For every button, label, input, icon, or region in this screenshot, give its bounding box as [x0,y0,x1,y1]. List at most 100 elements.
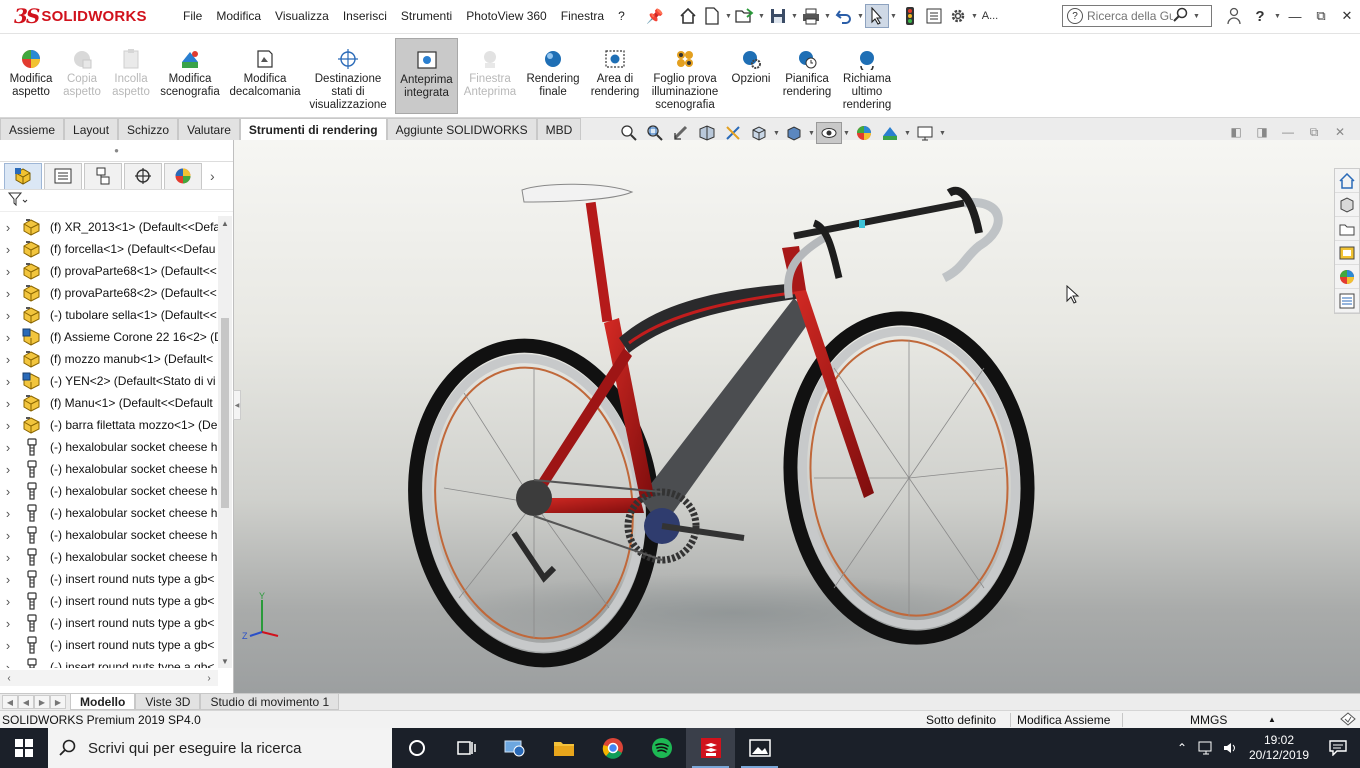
help-dropdown-icon[interactable]: ▼ [1273,4,1282,28]
menu-photoview[interactable]: PhotoView 360 [459,9,554,23]
previous-view-icon[interactable] [668,122,694,144]
menu-inserisci[interactable]: Inserisci [336,9,394,23]
action-center-icon[interactable] [1316,740,1360,756]
file-properties-icon[interactable] [922,4,946,28]
feature-tree-item[interactable]: › (-) hexalobular socket cheese h [0,546,218,568]
final-render-button[interactable]: Rendering finale [522,38,584,114]
zoom-to-fit-icon[interactable] [616,122,642,144]
expand-chevron-icon[interactable]: › [0,440,16,455]
feature-tree-item[interactable]: › (-) hexalobular socket cheese h [0,436,218,458]
expand-chevron-icon[interactable]: › [0,418,16,433]
tab-valutare[interactable]: Valutare [178,118,240,140]
tree-vertical-scrollbar[interactable]: ▲ ▼ [218,216,232,668]
close-icon[interactable]: ✕ [1334,0,1360,32]
help-search-input[interactable] [1087,9,1173,23]
new-dropdown-icon[interactable]: ▼ [724,4,733,28]
search-magnifier-icon[interactable] [1173,7,1189,26]
cortana-icon[interactable] [392,728,441,768]
view-orientation-icon[interactable] [746,122,772,144]
design-library-icon[interactable] [1335,193,1359,217]
photos-icon[interactable] [735,728,784,768]
save-icon[interactable] [766,4,790,28]
feature-tree-item[interactable]: › (-) hexalobular socket cheese h [0,458,218,480]
options-gear-icon[interactable] [946,4,970,28]
viewport-prev-icon[interactable]: ◧ [1226,123,1246,141]
zoom-to-area-icon[interactable] [642,122,668,144]
rebuild-traffic-light-icon[interactable] [898,4,922,28]
view-settings-dropdown-icon[interactable]: ▼ [938,122,947,144]
expand-chevron-icon[interactable]: › [0,264,16,279]
pin-menu-icon[interactable]: 📌 [646,8,663,25]
scroll-up-icon[interactable]: ▲ [218,216,232,230]
feature-tree-item[interactable]: › (-) insert round nuts type a gb< [0,656,218,668]
recall-last-render-button[interactable]: Richiama ultimo rendering [838,38,896,114]
feature-tree-item[interactable]: › (-) insert round nuts type a gb< [0,590,218,612]
last-tab-icon[interactable]: ▶ [50,695,66,709]
expand-chevron-icon[interactable]: › [0,374,16,389]
feature-tree-item[interactable]: › (-) insert round nuts type a gb< [0,634,218,656]
feature-tree-item[interactable]: › (f) provaParte68<1> (Default<< [0,260,218,282]
feature-tree-item[interactable]: › (-) YEN<2> (Default<Stato di vi [0,370,218,392]
edit-scene-button[interactable]: Modifica scenografia [158,38,222,114]
tree-horizontal-scrollbar[interactable]: ‹ › [0,670,218,686]
spotify-icon[interactable] [637,728,686,768]
feature-tree-item[interactable]: › (-) barra filettata mozzo<1> (De [0,414,218,436]
feature-tree-item[interactable]: › (-) hexalobular socket cheese h [0,480,218,502]
menu-file[interactable]: File [176,9,209,23]
tab-modello[interactable]: Modello [70,694,136,710]
print-dropdown-icon[interactable]: ▼ [823,4,832,28]
feature-tree-item[interactable]: › (f) Manu<1> (Default<<Default [0,392,218,414]
expand-chevron-icon[interactable]: › [0,286,16,301]
render-region-button[interactable]: Area di rendering [588,38,642,114]
unit-system-selector[interactable]: MMGS [1190,713,1227,727]
expand-chevron-icon[interactable]: › [0,572,16,587]
view-palette-icon[interactable] [1335,241,1359,265]
feature-tree-item[interactable]: › (-) hexalobular socket cheese h [0,502,218,524]
more-tabs-chevron-icon[interactable]: › [210,168,215,184]
integrated-preview-button[interactable]: Anteprima integrata [395,38,458,114]
feature-tree-item[interactable]: › (f) Assieme Corone 22 16<2> (D [0,326,218,348]
feature-manager-tab-icon[interactable] [4,162,42,189]
tab-schizzo[interactable]: Schizzo [118,118,179,140]
tab-studio-movimento[interactable]: Studio di movimento 1 [200,694,340,710]
search-dropdown-icon[interactable]: ▼ [1193,13,1200,20]
expand-chevron-icon[interactable]: › [0,462,16,477]
minimize-icon[interactable]: — [1282,0,1308,32]
scroll-down-icon[interactable]: ▼ [218,654,232,668]
view-orientation-dropdown-icon[interactable]: ▼ [772,122,781,144]
tab-assieme[interactable]: Assieme [0,118,65,140]
scene-illumination-proof-button[interactable]: Foglio prova illuminazione scenografia [646,38,724,114]
tab-viste-3d[interactable]: Viste 3D [135,694,201,710]
solidworks-icon[interactable] [686,728,735,768]
tab-aggiunte-solidworks[interactable]: Aggiunte SOLIDWORKS [386,118,537,140]
feature-tree-item[interactable]: › (-) insert round nuts type a gb< [0,568,218,590]
property-manager-tab-icon[interactable] [44,162,82,189]
task-view-icon[interactable] [441,728,490,768]
file-explorer-pane-icon[interactable] [1335,217,1359,241]
options-dropdown-icon[interactable]: ▼ [970,4,979,28]
feature-tree-item[interactable]: › (-) insert round nuts type a gb< [0,612,218,634]
expand-chevron-icon[interactable]: › [0,638,16,653]
hide-show-items-icon[interactable] [816,122,842,144]
viewport-restore-icon[interactable]: ⧉ [1304,123,1324,141]
panel-collapse-handle[interactable]: ◀ [233,390,241,420]
menu-visualizza[interactable]: Visualizza [268,9,336,23]
windows-start-icon[interactable] [0,728,48,768]
feature-tree-item[interactable]: › (f) provaParte68<2> (Default<< [0,282,218,304]
undo-icon[interactable] [832,4,856,28]
expand-chevron-icon[interactable]: › [0,330,16,345]
feature-tree-item[interactable]: › (f) XR_2013<1> (Default<<Defa [0,216,218,238]
status-pane-icon[interactable] [1340,712,1356,729]
select-dropdown-icon[interactable]: ▼ [889,4,898,28]
filter-icon[interactable] [7,192,28,209]
viewport-close-icon[interactable]: ✕ [1330,123,1350,141]
expand-chevron-icon[interactable]: › [0,594,16,609]
unit-system-dropdown-icon[interactable]: ▲ [1268,715,1276,724]
custom-properties-icon[interactable] [1335,289,1359,313]
display-style-dropdown-icon[interactable]: ▼ [807,122,816,144]
graphics-area[interactable]: Y Z [234,140,1360,693]
expand-chevron-icon[interactable]: › [0,352,16,367]
scroll-right-icon[interactable]: › [202,670,216,686]
edit-appearance-button[interactable]: Modifica aspetto [4,38,58,114]
expand-chevron-icon[interactable]: › [0,550,16,565]
